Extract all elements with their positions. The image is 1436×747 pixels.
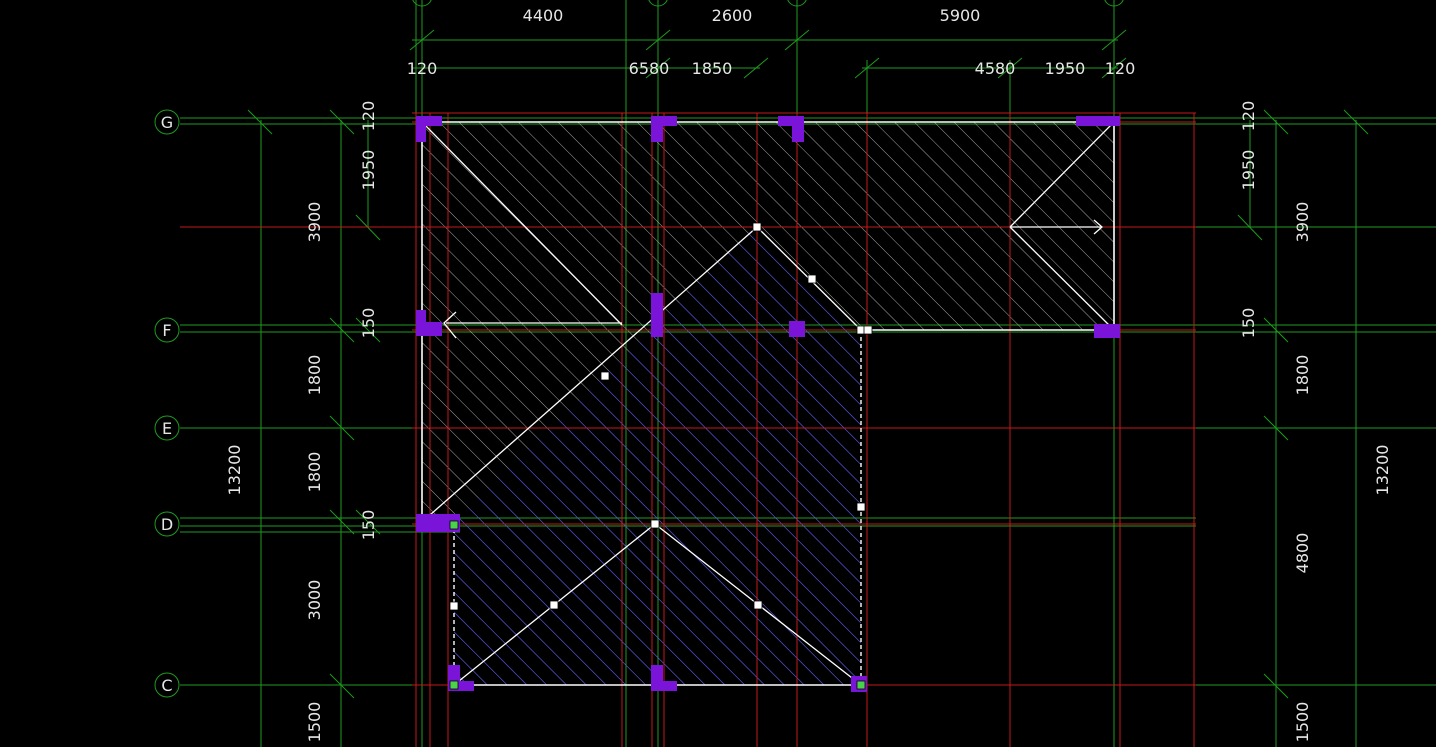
cad-drawing-canvas[interactable]: G F E D C 4400 2600 5900 120 6580 1850 4… xyxy=(0,0,1436,747)
axis-bubble-e[interactable]: E xyxy=(154,415,180,441)
dim-text: 2600 xyxy=(712,6,753,25)
svg-text:D: D xyxy=(161,515,173,534)
dim-text: 5900 xyxy=(940,6,981,25)
dim-text: 120 xyxy=(359,101,378,132)
dim-text: 1800 xyxy=(305,452,324,493)
dim-text: 1950 xyxy=(1045,59,1086,78)
dim-text: 3900 xyxy=(305,202,324,243)
right-dimensions: 120 1950 150 3900 1800 4800 1500 13200 xyxy=(1239,101,1392,743)
dim-text: 4400 xyxy=(523,6,564,25)
top-dimensions: 4400 2600 5900 120 6580 1850 4580 1950 1… xyxy=(407,6,1136,78)
dim-text: 4580 xyxy=(975,59,1016,78)
svg-text:F: F xyxy=(162,321,171,340)
dim-text: 150 xyxy=(1239,308,1258,339)
dim-text: 6580 xyxy=(629,59,670,78)
dim-text: 150 xyxy=(359,308,378,339)
dim-text: 1800 xyxy=(305,355,324,396)
dim-text: 150 xyxy=(359,510,378,541)
axis-bubble-f[interactable]: F xyxy=(154,317,180,343)
dim-text: 120 xyxy=(1105,59,1136,78)
dim-text: 1950 xyxy=(1239,150,1258,191)
dim-text: 1850 xyxy=(692,59,733,78)
axis-bubble-g[interactable]: G xyxy=(154,109,180,135)
dim-text: 3000 xyxy=(305,580,324,621)
svg-text:C: C xyxy=(161,676,172,695)
dim-text: 1500 xyxy=(305,702,324,743)
svg-text:E: E xyxy=(162,419,172,438)
left-dimensions: 13200 3900 1800 1800 3000 1500 120 1950 … xyxy=(225,101,378,743)
dim-text: 3900 xyxy=(1293,202,1312,243)
svg-text:G: G xyxy=(161,113,173,132)
dim-text: 120 xyxy=(407,59,438,78)
axis-bubble-c[interactable]: C xyxy=(154,672,180,698)
dim-text: 1950 xyxy=(359,150,378,191)
dim-text: 13200 xyxy=(225,445,244,496)
dim-text: 120 xyxy=(1239,101,1258,132)
dim-text: 1500 xyxy=(1293,702,1312,743)
dim-text: 4800 xyxy=(1293,533,1312,574)
dim-text: 1800 xyxy=(1293,355,1312,396)
top-axis-bubbles xyxy=(412,0,1124,7)
axis-bubble-d[interactable]: D xyxy=(154,511,180,537)
dim-text: 13200 xyxy=(1373,445,1392,496)
